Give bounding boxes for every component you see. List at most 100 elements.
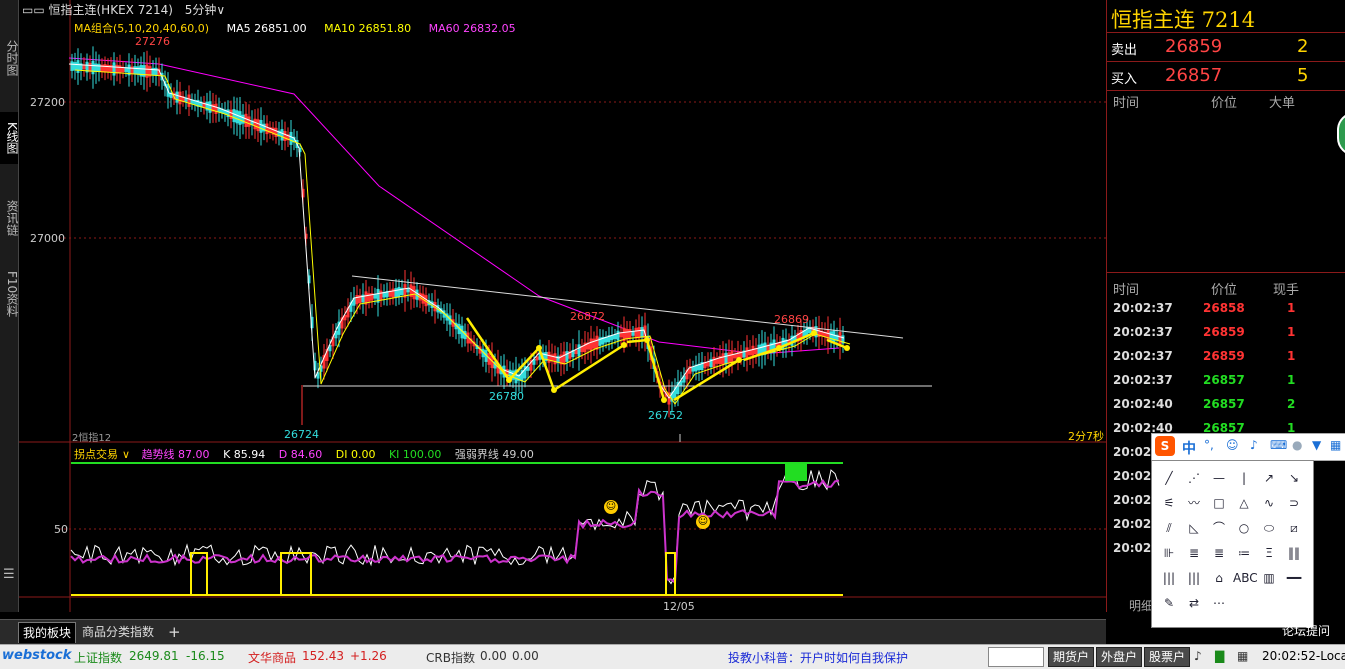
- tab-timeshare[interactable]: 分时图: [0, 32, 19, 84]
- draw-tool-icon[interactable]: ↘: [1283, 469, 1305, 487]
- menu-icon[interactable]: ☰: [3, 567, 15, 582]
- chart-title[interactable]: ▭▭ 恒指主连(HKEX 7214) 5分钟∨: [22, 2, 225, 18]
- tick-row: 20:02:40 26857 2: [1107, 393, 1307, 417]
- foreign-account-button[interactable]: 外盘户: [1096, 647, 1143, 667]
- draw-tool-icon[interactable]: △: [1233, 494, 1255, 512]
- smiley-icon: ☺: [604, 500, 618, 514]
- emoji-icon[interactable]: ☺: [1226, 438, 1239, 452]
- grid-menu-icon[interactable]: ▦: [1330, 438, 1341, 452]
- draw-tool-icon[interactable]: —: [1208, 469, 1230, 487]
- draw-tool-icon[interactable]: ∿: [1258, 494, 1280, 512]
- view-switch-rail: 分时图 K线图 资讯链 F10资料 ☰: [0, 0, 19, 612]
- draw-tool-icon[interactable]: ━━: [1283, 569, 1305, 587]
- user-icon[interactable]: ●: [1292, 438, 1302, 452]
- tab-f10[interactable]: F10资料: [0, 268, 19, 320]
- detail-tab[interactable]: 明细: [1129, 597, 1153, 614]
- tick-row: 20:02:37 26858 1: [1107, 297, 1307, 321]
- draw-tool-icon[interactable]: |||: [1183, 569, 1205, 587]
- tick-volume: 1: [1287, 301, 1296, 315]
- draw-tool-icon[interactable]: |: [1233, 469, 1255, 487]
- crb-index-name[interactable]: CRB指数: [426, 649, 475, 666]
- draw-tool-icon[interactable]: ╱: [1158, 469, 1180, 487]
- ime-lang[interactable]: 中: [1182, 438, 1196, 458]
- draw-tool-icon[interactable]: Ξ: [1258, 544, 1280, 562]
- arrow-head: [736, 357, 742, 363]
- low2-label: 26780: [489, 390, 524, 403]
- di-step: [190, 552, 208, 595]
- ask-row[interactable]: 卖出 26859 2: [1107, 32, 1345, 61]
- search-input[interactable]: [988, 647, 1044, 667]
- candle-body: [610, 335, 614, 341]
- stock-account-button[interactable]: 股票户: [1144, 647, 1191, 667]
- draw-tool-icon[interactable]: ⊪: [1158, 544, 1180, 562]
- ime-toolbar[interactable]: S 中 °, ☺ ♪ ⌨ ● ▼ ▦: [1151, 433, 1345, 461]
- draw-tool-icon[interactable]: ▥: [1258, 569, 1280, 587]
- indicator-select[interactable]: 拐点交易: [74, 448, 118, 461]
- tab-my-blocks[interactable]: 我的板块: [18, 622, 77, 643]
- ime-punct[interactable]: °,: [1204, 438, 1214, 452]
- chart-icon: ▭▭: [22, 3, 49, 17]
- draw-tool-icon[interactable]: ≣: [1208, 544, 1230, 562]
- draw-tool-icon[interactable]: ≔: [1233, 544, 1255, 562]
- tick-time: 20:02:37: [1113, 349, 1173, 363]
- forum-link[interactable]: 论坛提问: [1282, 622, 1330, 639]
- notice-link[interactable]: 投教小科普：开户时如何自我保护: [728, 649, 908, 666]
- candle-body: [232, 109, 236, 123]
- draw-tool-icon[interactable]: ⚟: [1158, 494, 1180, 512]
- ma-combo-select[interactable]: MA组合(5,10,20,40,60,0): [74, 22, 209, 35]
- draw-tool-icon[interactable]: ✎: [1158, 594, 1180, 612]
- draw-tool-icon[interactable]: ○: [1233, 519, 1255, 537]
- indicator-legend: 拐点交易 ∨ 趋势线 87.00 K 85.94 D 84.60 DI 0.00 …: [74, 448, 534, 461]
- low3-label: 26752: [648, 409, 683, 422]
- draw-tool-icon[interactable]: ⌒: [1208, 519, 1230, 537]
- tab-news-chain[interactable]: 资讯链: [0, 192, 19, 244]
- draw-tool-icon[interactable]: ⬭: [1258, 519, 1280, 537]
- add-tab-button[interactable]: +: [164, 622, 185, 642]
- tick-price: 26859: [1203, 325, 1245, 339]
- signal-icon: ▇: [1215, 649, 1225, 663]
- draw-tool-icon[interactable]: ⇄: [1183, 594, 1205, 612]
- candle-body: [289, 131, 293, 145]
- float-badge[interactable]: [1337, 112, 1345, 156]
- draw-tool-icon[interactable]: ‖‖: [1283, 544, 1305, 562]
- draw-tool-icon[interactable]: ⫽: [1158, 519, 1180, 537]
- candle-body: [133, 66, 137, 75]
- bid-row[interactable]: 买入 26857 5: [1107, 61, 1345, 91]
- futures-account-button[interactable]: 期货户: [1048, 647, 1095, 667]
- draw-tool-icon[interactable]: ⋰: [1183, 469, 1205, 487]
- skin-icon[interactable]: ▼: [1312, 438, 1321, 452]
- keyboard-icon[interactable]: ⌨: [1270, 438, 1287, 452]
- tab-commodity-index[interactable]: 商品分类指数: [78, 622, 158, 642]
- candle-body: [373, 294, 377, 299]
- draw-tool-icon[interactable]: ◺: [1183, 519, 1205, 537]
- draw-tool-icon[interactable]: ⌂: [1208, 569, 1230, 587]
- bar-countdown: 2分7秒: [1068, 430, 1104, 443]
- draw-tool-icon[interactable]: |||: [1158, 569, 1180, 587]
- draw-tool-icon[interactable]: ⧄: [1283, 519, 1305, 537]
- chevron-down-icon: ∨: [216, 3, 226, 17]
- period-select[interactable]: 5分钟: [185, 3, 217, 17]
- draw-tool-icon[interactable]: 〰: [1183, 494, 1205, 512]
- volume-icon[interactable]: ♪: [1194, 649, 1202, 663]
- grid-icon[interactable]: ▦: [1237, 649, 1248, 663]
- draw-tool-icon[interactable]: ABC: [1233, 569, 1258, 587]
- mic-icon[interactable]: ♪: [1250, 438, 1258, 452]
- tick-row: 20:02:37 26859 1: [1107, 345, 1307, 369]
- draw-tool-icon[interactable]: ↗: [1258, 469, 1280, 487]
- draw-tool-icon[interactable]: ≣: [1183, 544, 1205, 562]
- tick-price: 26858: [1203, 301, 1245, 315]
- price-tick-27000: 27000: [30, 232, 65, 245]
- kline-chart[interactable]: [19, 0, 1106, 612]
- tick-price: 26859: [1203, 349, 1245, 363]
- draw-tool-icon[interactable]: ⋯: [1208, 594, 1230, 612]
- low-label: 26724: [284, 428, 319, 441]
- draw-tool-icon[interactable]: □: [1208, 494, 1230, 512]
- wh-index-name[interactable]: 文华商品: [248, 649, 296, 666]
- candle-body: [832, 330, 836, 344]
- price-tick-27200: 27200: [30, 96, 65, 109]
- tab-kline[interactable]: K线图: [0, 112, 19, 164]
- sh-index-name[interactable]: 上证指数: [74, 649, 122, 666]
- tick-row: 20:02:37 26857 1: [1107, 369, 1307, 393]
- draw-tool-icon[interactable]: ⊃: [1283, 494, 1305, 512]
- tick-time: 20:02: [1113, 445, 1152, 459]
